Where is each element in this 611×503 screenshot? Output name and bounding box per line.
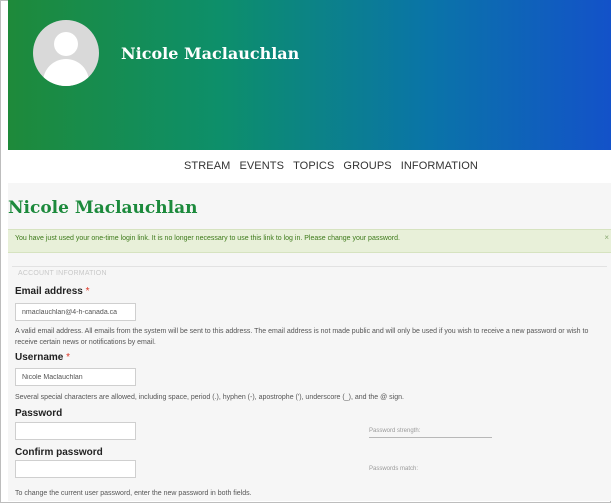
password-field[interactable]	[15, 422, 136, 440]
nav-topics[interactable]: TOPICS	[293, 160, 334, 172]
status-message: You have just used your one-time login l…	[8, 229, 611, 253]
close-icon[interactable]: ×	[604, 233, 609, 242]
password-strength-label: Password strength:	[369, 428, 421, 434]
page-title: Nicole Maclauchlan	[8, 198, 198, 218]
password-help-text: To change the current user password, ent…	[15, 490, 252, 497]
email-label: Email address *	[15, 286, 90, 297]
nav-stream[interactable]: STREAM	[184, 160, 230, 172]
avatar-head-shape	[54, 32, 78, 56]
username-description: Several special characters are allowed, …	[15, 394, 404, 401]
confirm-password-label: Confirm password	[15, 447, 103, 458]
status-message-text: You have just used your one-time login l…	[15, 235, 400, 242]
email-description: A valid email address. All emails from t…	[15, 328, 589, 346]
passwords-match-label: Passwords match:	[369, 466, 419, 472]
email-field[interactable]	[15, 303, 136, 321]
section-divider	[12, 266, 607, 267]
password-strength-bar	[369, 437, 492, 438]
nav-information[interactable]: INFORMATION	[401, 160, 478, 172]
username-label: Username *	[15, 352, 71, 363]
password-label: Password	[15, 408, 63, 419]
profile-hero-banner: Nicole Maclauchlan	[8, 0, 611, 150]
section-title: ACCOUNT INFORMATION	[18, 270, 107, 277]
avatar-body-shape	[43, 59, 89, 86]
confirm-password-field[interactable]	[15, 460, 136, 478]
nav-groups[interactable]: GROUPS	[343, 160, 391, 172]
nav-events[interactable]: EVENTS	[239, 160, 284, 172]
required-marker: *	[85, 286, 90, 297]
profile-name[interactable]: Nicole Maclauchlan	[121, 44, 299, 63]
main-navigation: STREAM EVENTS TOPICS GROUPS INFORMATION	[8, 150, 611, 184]
avatar[interactable]	[33, 20, 99, 86]
required-marker: *	[66, 352, 71, 363]
username-field[interactable]	[15, 368, 136, 386]
